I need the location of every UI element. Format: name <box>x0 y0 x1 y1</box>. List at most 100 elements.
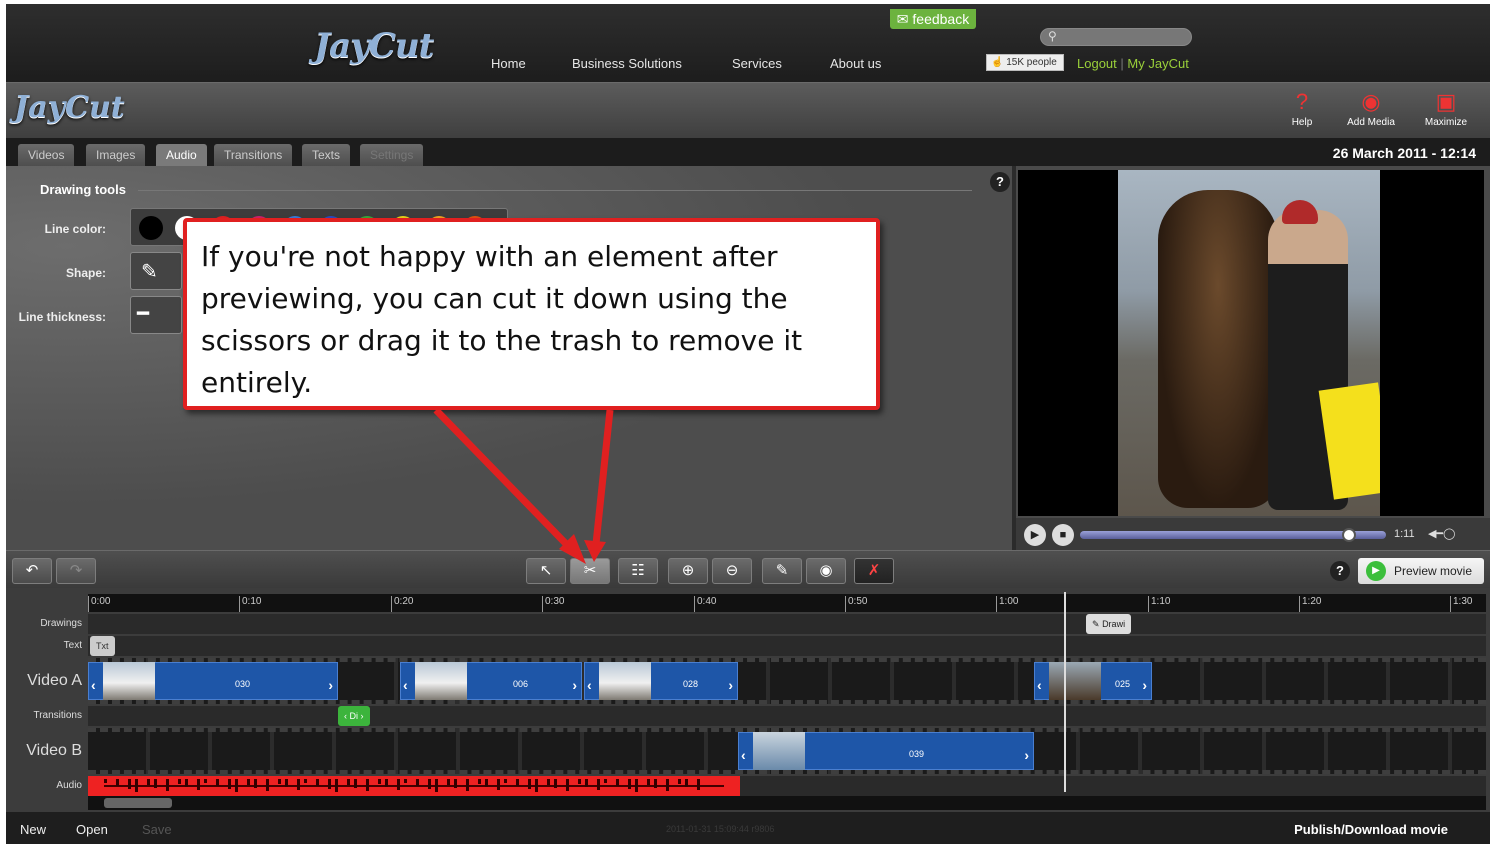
clip-right-handle[interactable]: › <box>572 677 577 693</box>
tick-label: 0:00 <box>88 596 110 612</box>
track-text[interactable]: Txt <box>88 636 1486 656</box>
shape-selector[interactable]: ✎ <box>130 252 182 290</box>
webcam-icon[interactable]: ◉ <box>806 558 846 584</box>
preview-movie-button[interactable]: ▶ Preview movie <box>1358 558 1484 584</box>
volume-icon[interactable]: ◀━◯ <box>1428 527 1455 540</box>
panel-help-icon[interactable]: ? <box>990 172 1010 192</box>
tab-images[interactable]: Images <box>86 144 146 166</box>
tab-videos[interactable]: Videos <box>18 144 75 166</box>
site-logo[interactable]: JayCut <box>314 26 434 66</box>
maximize-button[interactable]: ▣ Maximize <box>1416 89 1476 128</box>
new-button[interactable]: New <box>20 822 46 837</box>
tab-settings[interactable]: Settings <box>360 144 424 166</box>
add-media-button[interactable]: ◉ Add Media <box>1341 89 1401 128</box>
progress-bar[interactable] <box>1080 531 1386 539</box>
play-icon: ▶ <box>1366 561 1386 581</box>
feedback-button[interactable]: ✉ feedback <box>890 9 976 29</box>
video-clip[interactable]: ‹ 039 › <box>738 732 1034 770</box>
tick-label: 1:00 <box>996 596 1018 612</box>
clip-thumbnail <box>753 732 805 770</box>
time-ruler[interactable]: 0:00 0:10 0:20 0:30 0:40 0:50 1:00 1:10 … <box>88 594 1486 612</box>
clip-left-handle[interactable]: ‹ <box>1037 677 1042 693</box>
track-label-transitions: Transitions <box>33 710 82 721</box>
clip-left-handle[interactable]: ‹ <box>91 677 96 693</box>
stop-icon[interactable]: ■ <box>1052 524 1074 546</box>
add-media-label: Add Media <box>1347 117 1395 128</box>
color-swatch[interactable] <box>139 216 163 240</box>
clip-left-handle[interactable]: ‹ <box>741 747 746 763</box>
thumbs-up-icon: ☝ <box>991 57 1004 68</box>
timeline-help-icon[interactable]: ? <box>1330 561 1350 581</box>
playhead[interactable] <box>1064 592 1066 792</box>
jaycut-app: JayCut Home Business Solutions Services … <box>6 4 1490 844</box>
track-video-a[interactable]: ‹ 030 › ‹ 006 › ‹ 028 › ‹ 025 › <box>88 658 1486 704</box>
draw-icon[interactable]: ✎ <box>762 558 802 584</box>
thick-line-icon: ━ <box>137 303 150 325</box>
waveform-bar <box>297 779 300 790</box>
nav-services[interactable]: Services <box>732 56 782 71</box>
search-icon: ⚲ <box>1048 29 1057 43</box>
clip-thumbnail <box>1049 662 1101 700</box>
nav-home[interactable]: Home <box>491 56 526 71</box>
player-controls: ▶ ■ 1:11 ◀━◯ <box>1016 518 1490 550</box>
feedback-label: feedback <box>912 11 970 27</box>
video-frame[interactable] <box>1018 170 1484 516</box>
mixer-icon[interactable]: ☷ <box>618 558 658 584</box>
video-clip[interactable]: ‹ 006 › <box>400 662 582 700</box>
line-color-label: Line color: <box>44 222 106 236</box>
publish-download-button[interactable]: Publish/Download movie <box>1294 822 1448 837</box>
video-clip[interactable]: ‹ 025 › <box>1034 662 1152 700</box>
tab-transitions[interactable]: Transitions <box>214 144 293 166</box>
track-transitions[interactable]: ‹ Di › <box>88 706 1486 726</box>
play-icon[interactable]: ▶ <box>1024 524 1046 546</box>
zoom-out-icon[interactable]: ⊖ <box>712 558 752 584</box>
track-drawings[interactable]: ✎ Drawi <box>88 614 1486 634</box>
clip-right-handle[interactable]: › <box>728 677 733 693</box>
help-button[interactable]: ? Help <box>1272 89 1332 128</box>
tab-audio[interactable]: Audio <box>156 144 207 166</box>
logout-link[interactable]: Logout <box>1077 56 1117 71</box>
timeline-scrollbar[interactable] <box>88 796 1486 810</box>
drawing-clip[interactable]: ✎ Drawi <box>1086 614 1132 634</box>
text-clip[interactable]: Txt <box>90 636 115 656</box>
transition-clip-label: Di <box>349 711 359 721</box>
save-button[interactable]: Save <box>142 822 172 837</box>
thickness-selector[interactable]: ━ <box>130 296 182 334</box>
video-clip[interactable]: ‹ 028 › <box>584 662 738 700</box>
my-jaycut-link[interactable]: My JayCut <box>1127 56 1188 71</box>
waveform-bar <box>535 779 538 792</box>
zoom-in-icon[interactable]: ⊕ <box>668 558 708 584</box>
nav-about-us[interactable]: About us <box>830 56 881 71</box>
drawing-clip-label: Drawi <box>1102 619 1126 629</box>
undo-icon[interactable]: ↶ <box>12 558 52 584</box>
clip-right-handle[interactable]: › <box>1142 677 1147 693</box>
footer-bar: New Open Save 2011-01-31 15:09:44 r9806 … <box>6 812 1490 844</box>
clip-right-handle[interactable]: › <box>328 677 333 693</box>
clip-right-handle[interactable]: › <box>1024 747 1029 763</box>
clip-label: 006 <box>513 679 529 689</box>
redo-icon[interactable]: ↷ <box>56 558 96 584</box>
open-button[interactable]: Open <box>76 822 108 837</box>
timeline: 0:00 0:10 0:20 0:30 0:40 0:50 1:00 1:10 … <box>6 588 1490 812</box>
track-video-b[interactable]: ‹ 039 › <box>88 728 1486 774</box>
scissors-icon[interactable]: ✂ <box>570 558 610 584</box>
like-button[interactable]: ☝ 15K people <box>986 54 1064 71</box>
clip-left-handle[interactable]: ‹ <box>403 677 408 693</box>
trash-icon[interactable]: ✗ <box>854 558 894 584</box>
current-datetime: 26 March 2011 - 12:14 <box>1332 145 1476 161</box>
panel-divider <box>138 190 972 191</box>
transition-clip[interactable]: ‹ Di › <box>338 706 370 726</box>
tick-label: 0:10 <box>239 596 261 612</box>
nav-business-solutions[interactable]: Business Solutions <box>572 56 682 71</box>
tab-texts[interactable]: Texts <box>302 144 351 166</box>
video-clip[interactable]: ‹ 030 › <box>88 662 338 700</box>
track-audio[interactable] <box>88 776 1486 796</box>
waveform-bar <box>147 779 150 785</box>
audio-clip[interactable] <box>88 776 740 796</box>
search-input[interactable]: ⚲ <box>1040 28 1192 46</box>
scrollbar-thumb[interactable] <box>104 798 172 808</box>
clip-left-handle[interactable]: ‹ <box>587 677 592 693</box>
pointer-icon[interactable]: ↖ <box>526 558 566 584</box>
progress-knob[interactable] <box>1342 528 1357 542</box>
preview-player: ▶ ■ 1:11 ◀━◯ <box>1016 166 1490 550</box>
